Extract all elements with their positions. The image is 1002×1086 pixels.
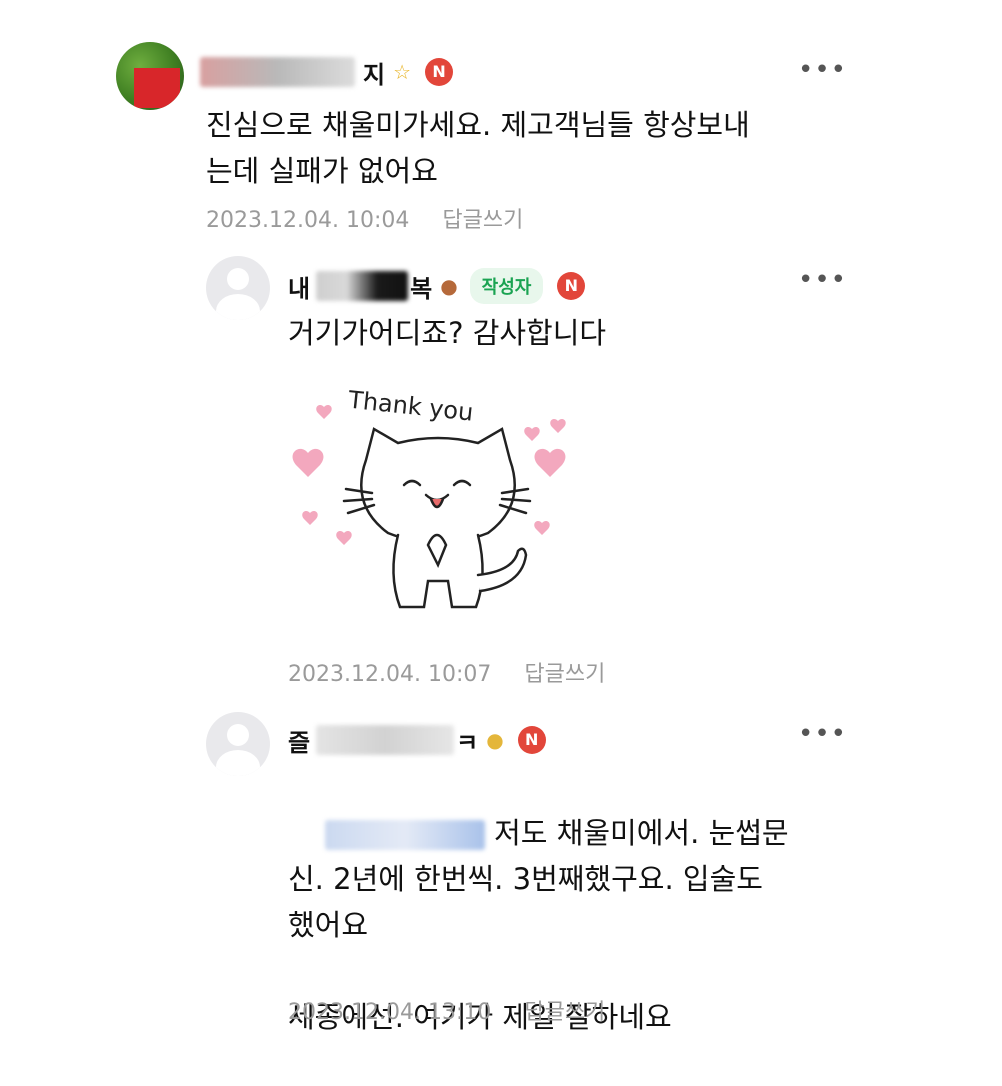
comment-text: 저도 채울미에서. 눈썹문 신. 2년에 한번씩. 3번째했구요. 입술도 했어요… <box>288 764 848 1086</box>
cat-drawing <box>360 427 528 609</box>
avatar-head <box>227 268 249 290</box>
thank-you-cat-sticker: Thank you <box>292 386 566 609</box>
avatar-head <box>227 724 249 746</box>
avatar-body <box>216 750 260 776</box>
new-badge: N <box>517 726 546 754</box>
reply-button[interactable]: 답글쓰기 <box>524 1000 605 1025</box>
username[interactable]: 즐 ㅋ ● N <box>288 720 546 760</box>
comment-meta: 2023.12.04. 10:07 답글쓰기 <box>288 656 605 688</box>
medal-icon: ● <box>486 728 504 752</box>
username[interactable]: 내 복 ● 작성자 N <box>288 266 586 306</box>
new-badge: N <box>425 58 454 86</box>
more-options-button[interactable]: ••• <box>798 721 846 754</box>
timestamp: 2023.12.04. 10:07 <box>288 662 492 687</box>
timestamp: 2023.12.04. 10:04 <box>206 208 410 233</box>
username-redacted <box>316 271 409 301</box>
avatar[interactable] <box>206 256 270 320</box>
username-suffix: 지 <box>363 60 386 89</box>
reply-button[interactable]: 답글쓰기 <box>442 208 523 233</box>
username-prefix: 내 <box>288 274 311 303</box>
avatar-body <box>216 294 260 320</box>
avatar[interactable] <box>206 712 270 776</box>
star-icon: ☆ <box>393 60 412 84</box>
mention-tag[interactable] <box>324 820 485 850</box>
username[interactable]: 지 ☆ N <box>200 52 454 92</box>
avatar[interactable] <box>116 42 184 110</box>
medal-icon: ● <box>440 274 458 298</box>
reply-button[interactable]: 답글쓰기 <box>524 662 605 687</box>
username-prefix: 즐 <box>288 728 311 757</box>
username-redacted <box>200 57 355 87</box>
more-options-button[interactable]: ••• <box>798 57 846 90</box>
username-suffix: ㅋ <box>456 728 479 757</box>
comment-text: 진심으로 채울미가세요. 제고객님들 항상보내 는데 실패가 없어요 <box>206 108 750 188</box>
username-suffix: 복 <box>410 274 433 303</box>
comment-meta: 2023.12.04. 13:10 답글쓰기 <box>288 994 605 1026</box>
new-badge: N <box>557 272 586 300</box>
username-redacted <box>316 725 455 755</box>
comment-meta: 2023.12.04. 10:04 답글쓰기 <box>206 202 523 234</box>
comment-text-line1: 저도 채울미에서. 눈썹문 <box>484 816 789 850</box>
timestamp: 2023.12.04. 13:10 <box>288 1000 492 1025</box>
comment-text: 거기가어디죠? 감사합니다 <box>288 316 607 350</box>
author-tag: 작성자 <box>469 268 544 304</box>
more-options-button[interactable]: ••• <box>798 267 846 300</box>
sticker-caption: Thank you <box>346 386 475 427</box>
avatar-image <box>134 68 180 108</box>
